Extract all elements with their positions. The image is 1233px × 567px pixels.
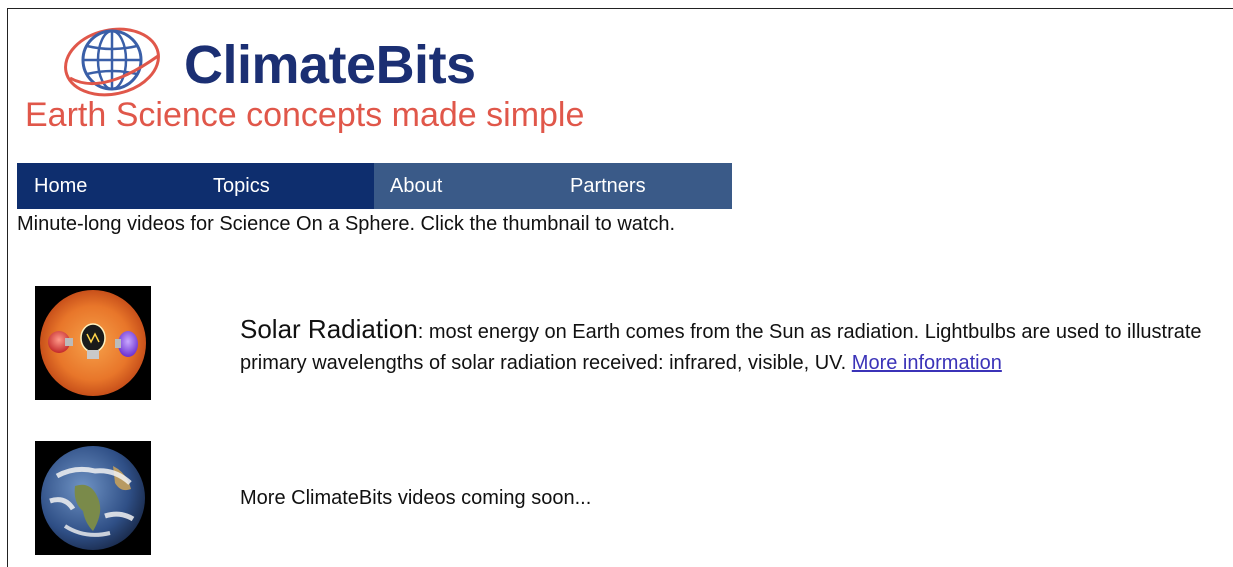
more-information-link[interactable]: More information [852,352,1002,374]
video-title: Solar Radiation [240,314,418,344]
main-nav: Home Topics About Partners [17,163,732,209]
earth-globe-thumbnail-icon[interactable] [35,441,151,555]
video-solar-radiation: Solar Radiation: most energy on Earth co… [240,314,1230,379]
sun-with-lightbulbs-thumbnail-icon[interactable] [35,286,151,400]
intro-text: Minute-long videos for Science On a Sphe… [17,213,676,235]
nav-topics[interactable]: Topics [196,163,374,209]
coming-soon-text: More ClimateBits videos coming soon... [240,487,592,509]
nav-partners[interactable]: Partners [554,163,732,209]
nav-home[interactable]: Home [17,163,196,209]
nav-about[interactable]: About [374,163,554,209]
globe-logo-icon[interactable] [62,26,174,98]
brand-name[interactable]: ClimateBits [184,38,476,92]
brand-tagline: Earth Science concepts made simple [25,96,585,134]
